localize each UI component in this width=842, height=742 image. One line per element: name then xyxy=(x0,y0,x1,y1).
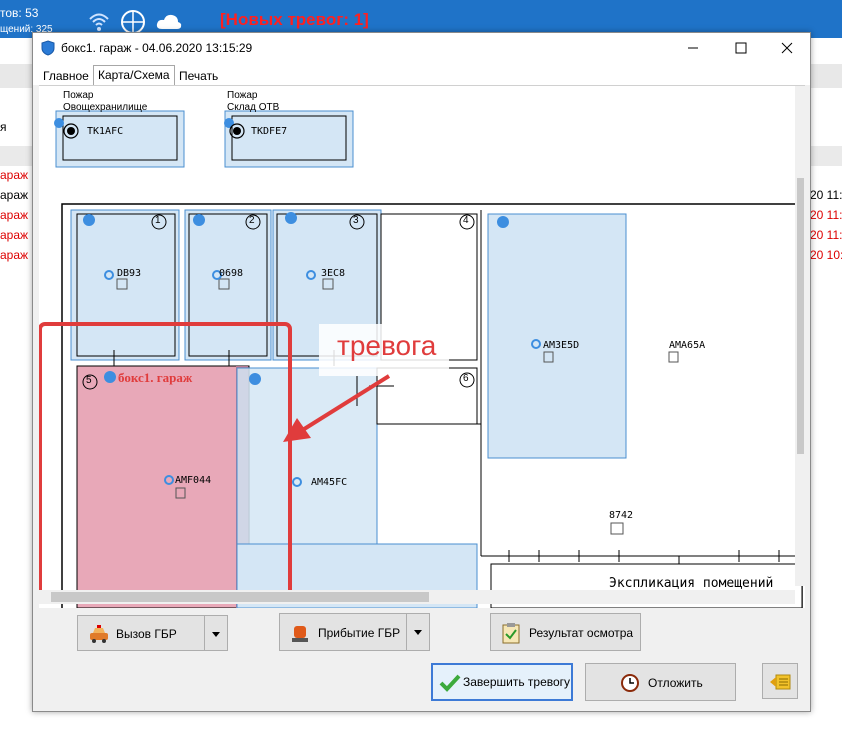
device-caption-fire: Пожар xyxy=(227,90,258,101)
arrow-left-list-icon xyxy=(770,674,791,690)
finish-alarm-label: Завершить тревогу xyxy=(463,675,571,689)
device-id[interactable]: TK1AFC xyxy=(87,126,123,137)
background-row-date: 20 11:0 xyxy=(810,228,842,242)
background-row: араж xyxy=(0,188,29,202)
device-id[interactable]: 8742 xyxy=(609,510,633,521)
postpone-button[interactable]: Отложить xyxy=(585,663,736,701)
room-number: 3 xyxy=(353,215,359,226)
new-alarms-banner: [Новых тревог: 1] xyxy=(220,10,369,29)
device-id[interactable]: TKDFE7 xyxy=(251,126,287,137)
room-number: 5 xyxy=(86,375,92,386)
device-id[interactable]: AMA65A xyxy=(669,340,705,351)
clock-icon xyxy=(621,674,639,692)
background-row: араж xyxy=(0,208,29,222)
background-row: араж xyxy=(0,168,29,182)
close-button[interactable] xyxy=(777,38,797,58)
device-caption-fire: Пожар xyxy=(63,90,94,101)
finish-alarm-button[interactable]: Завершить тревогу xyxy=(431,663,573,701)
inspection-result-label: Результат осмотра xyxy=(529,626,634,640)
clipboard-check-icon xyxy=(502,623,520,644)
inspection-result-button[interactable]: Результат осмотра xyxy=(490,613,641,651)
call-gbr-label: Вызов ГБР xyxy=(116,627,177,641)
postpone-label: Отложить xyxy=(648,676,703,690)
map-canvas[interactable]: Пожар Овощехранилище TK1AFC Пожар Склад … xyxy=(39,85,805,608)
zone-storage-otv xyxy=(224,110,354,168)
background-left-label: я xyxy=(0,120,7,134)
device-id[interactable]: DB93 xyxy=(117,268,141,279)
background-row-date: 20 10:3 xyxy=(810,248,842,262)
device-id[interactable]: AM45FC xyxy=(311,477,347,488)
explication-label: Экспликация помещений xyxy=(609,576,774,591)
car-alarm-icon xyxy=(90,625,108,643)
dialog-titlebar: бокс1. гараж - 04.06.2020 13:15:29 xyxy=(33,33,810,63)
arrival-gbr-button[interactable]: Прибытие ГБР xyxy=(279,613,430,651)
device-id[interactable]: 3EC8 xyxy=(321,268,345,279)
alarm-annotation: тревога xyxy=(337,330,437,361)
tab-print[interactable]: Печать xyxy=(175,67,222,85)
background-row: араж xyxy=(0,248,29,262)
chevron-down-icon[interactable] xyxy=(406,614,429,650)
device-id[interactable]: AMF044 xyxy=(175,475,211,486)
background-row: араж xyxy=(0,228,29,242)
call-gbr-button[interactable]: Вызов ГБР xyxy=(77,615,228,651)
tab-map[interactable]: Карта/Схема xyxy=(93,65,175,86)
dialog-title: бокс1. гараж - 04.06.2020 13:15:29 xyxy=(61,41,253,55)
device-caption-location: Склад ОТВ xyxy=(227,102,280,113)
device-id[interactable]: AM3E5D xyxy=(543,340,579,351)
maximize-button[interactable] xyxy=(731,38,751,58)
arrival-gbr-label: Прибытие ГБР xyxy=(318,626,401,640)
tab-main[interactable]: Главное xyxy=(39,67,93,85)
zone-vegetable-store xyxy=(55,110,185,168)
alarm-dialog: бокс1. гараж - 04.06.2020 13:15:29 Главн… xyxy=(32,32,811,712)
cloud-icon xyxy=(156,14,182,29)
panel-toggle-button[interactable] xyxy=(762,663,798,699)
room-number: 1 xyxy=(155,215,161,226)
background-row-date: 20 11:0 xyxy=(810,188,842,202)
minimize-button[interactable] xyxy=(683,38,703,58)
wifi-icon xyxy=(89,13,109,31)
alarm-room-label: бокс1. гараж xyxy=(118,370,193,385)
background-row-date: 20 11:0 xyxy=(810,208,842,222)
room-number: 6 xyxy=(463,373,469,384)
header-count-1: тов: 53 xyxy=(0,6,39,20)
room-number: 4 xyxy=(463,215,469,226)
shield-app-icon xyxy=(41,40,55,56)
dialog-tabs: Главное Карта/Схема Печать xyxy=(33,63,810,86)
device-id[interactable]: 0698 xyxy=(219,268,243,279)
checkmark-icon xyxy=(439,674,461,692)
device-caption-location: Овощехранилище xyxy=(63,102,148,113)
room-number: 2 xyxy=(249,215,255,226)
siren-icon xyxy=(292,626,308,642)
chevron-down-icon[interactable] xyxy=(204,616,227,650)
